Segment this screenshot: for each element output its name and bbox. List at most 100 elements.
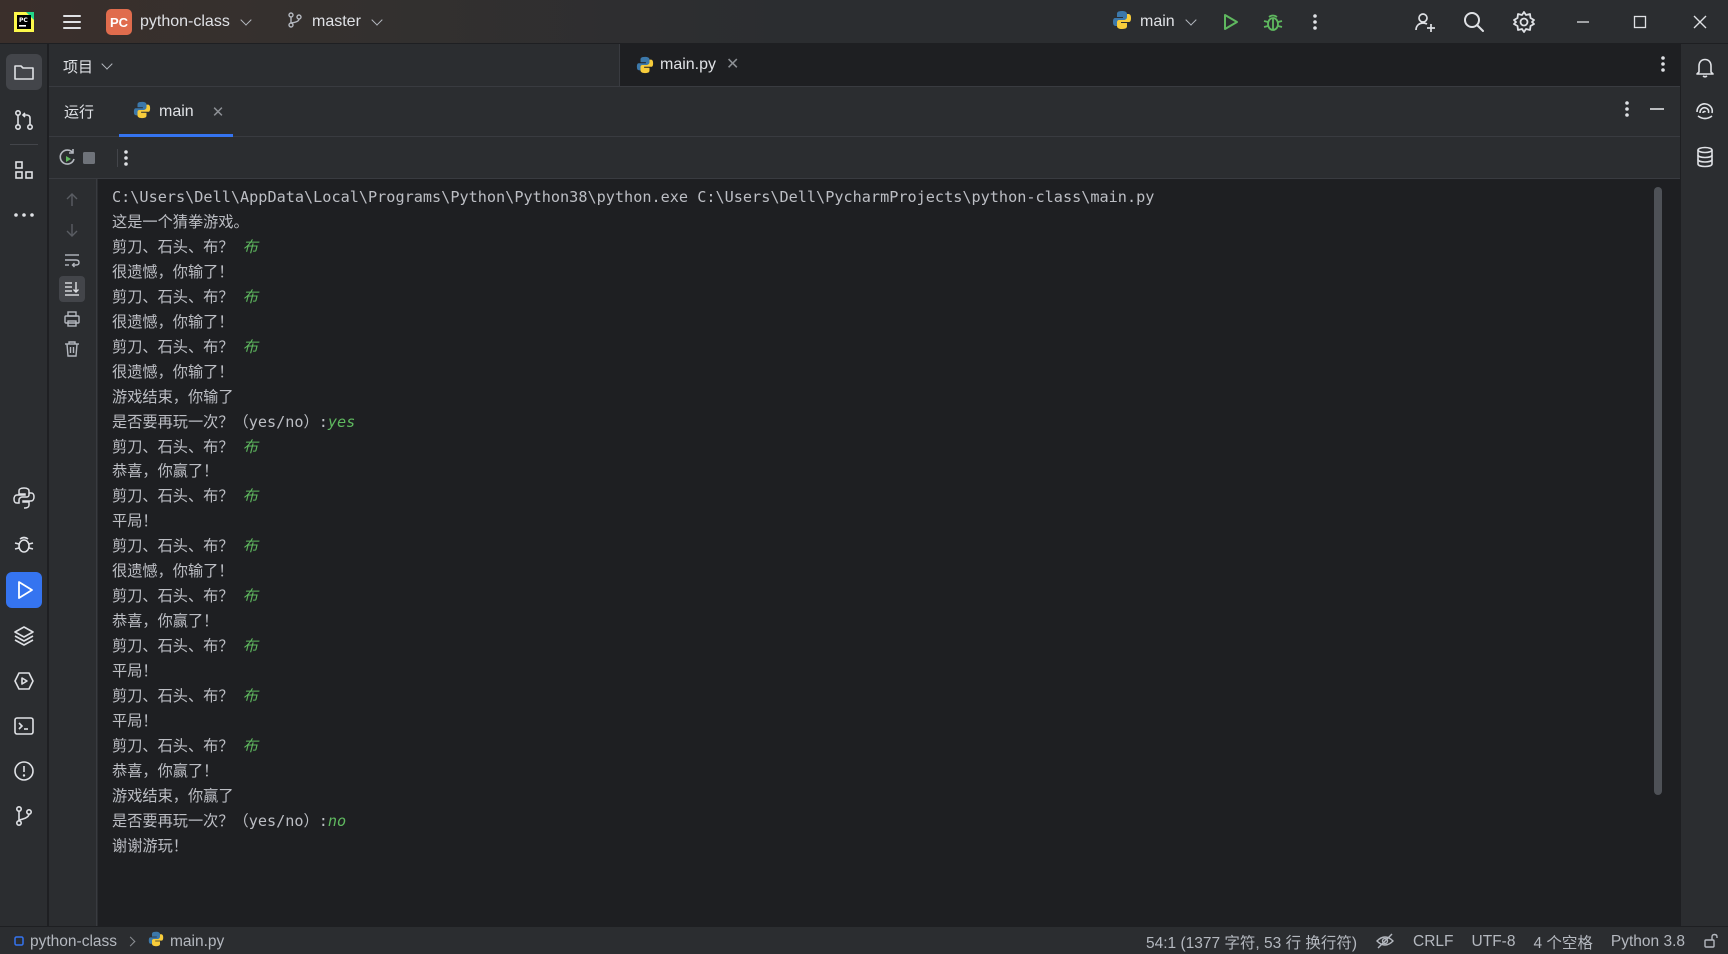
version-control-icon[interactable] <box>6 798 42 834</box>
console-line: 这是一个猜拳游戏。 <box>112 210 1154 235</box>
run-config-name: main <box>1140 13 1175 30</box>
line-separator[interactable]: CRLF <box>1404 933 1462 951</box>
branch-name: master <box>312 13 361 30</box>
close-tab-icon[interactable]: ✕ <box>212 103 225 121</box>
python-packages-layers-icon[interactable] <box>6 618 42 654</box>
python-console-icon[interactable] <box>6 480 42 516</box>
add-user-icon[interactable] <box>1413 10 1437 34</box>
print-icon[interactable] <box>59 306 85 332</box>
console-line: 剪刀、石头、布？ 布 <box>112 584 1154 609</box>
scroll-to-end-icon[interactable] <box>59 276 85 302</box>
pycharm-logo-icon[interactable]: PC <box>12 10 36 34</box>
console-output-text: 恭喜，你赢了！ <box>112 761 219 780</box>
branch-selector[interactable]: master <box>286 11 383 33</box>
soft-wrap-icon[interactable] <box>59 247 85 273</box>
terminal-icon[interactable] <box>6 708 42 744</box>
console-output-text: 游戏结束，你赢了 <box>112 786 234 805</box>
services-icon[interactable] <box>6 663 42 699</box>
console-line: 很遗憾，你输了！ <box>112 360 1154 385</box>
problems-icon[interactable] <box>6 753 42 789</box>
console-user-input: no <box>327 811 347 830</box>
debug-icon[interactable] <box>1261 10 1285 34</box>
editor-more-icon[interactable] <box>1660 54 1666 78</box>
debug-tool-icon[interactable] <box>6 526 42 562</box>
console-line: 很遗憾，你输了！ <box>112 310 1154 335</box>
chevron-down-icon <box>371 13 383 26</box>
console-output-text: 谢谢游玩！ <box>112 836 188 855</box>
console-output[interactable]: C:\Users\Dell\AppData\Local\Programs\Pyt… <box>98 179 1680 927</box>
python-icon <box>133 101 151 123</box>
database-icon[interactable] <box>1687 139 1723 175</box>
console-output-text: 很遗憾，你输了！ <box>112 262 234 281</box>
left-tool-strip <box>0 44 48 926</box>
console-output-text: 恭喜，你赢了！ <box>112 462 219 481</box>
stop-icon[interactable] <box>77 146 101 170</box>
console-line: 剪刀、石头、布？ 布 <box>112 435 1154 460</box>
python-interpreter[interactable]: Python 3.8 <box>1602 933 1694 951</box>
python-file-icon <box>148 931 164 952</box>
chevron-down-icon <box>101 58 113 70</box>
arrow-down-icon[interactable] <box>59 217 85 243</box>
settings-gear-icon[interactable] <box>1512 10 1536 34</box>
console-scrollbar[interactable] <box>1654 187 1662 795</box>
search-icon[interactable] <box>1462 10 1486 34</box>
more-actions-icon[interactable] <box>1303 10 1327 34</box>
tool-separator <box>10 144 38 145</box>
editor-tab-main-py[interactable]: main.py ✕ <box>620 44 739 86</box>
console-output-text: 平局！ <box>112 712 158 731</box>
project-panel-header[interactable]: 项目 <box>63 56 113 77</box>
clear-trash-icon[interactable] <box>59 336 85 362</box>
structure-tool-icon[interactable] <box>6 152 42 188</box>
commit-tool-icon[interactable] <box>6 102 42 138</box>
indent-setting[interactable]: 4 个空格 <box>1524 931 1601 953</box>
console-user-input: 布 <box>242 337 258 356</box>
arrow-up-icon[interactable] <box>59 187 85 213</box>
console-side-toolbar <box>49 179 97 927</box>
run-tab-main[interactable]: main ✕ <box>119 87 233 137</box>
run-tool-icon[interactable] <box>6 572 42 608</box>
maximize-icon[interactable] <box>1628 10 1652 34</box>
close-tab-icon[interactable]: ✕ <box>726 54 739 73</box>
svg-text:PC: PC <box>19 17 28 24</box>
breadcrumb-file[interactable]: main.py <box>170 933 224 951</box>
console-line: 很遗憾，你输了！ <box>112 559 1154 584</box>
run-tool-window: 运行 main ✕ C:\Users\Dell\AppData\Local\Pr… <box>49 86 1680 927</box>
console-output-text: 平局！ <box>112 512 158 531</box>
project-panel-title: 项目 <box>63 58 94 76</box>
chevron-down-icon <box>1185 13 1197 26</box>
console-line: 剪刀、石头、布？ 布 <box>112 534 1154 559</box>
console-line: 剪刀、石头、布？ 布 <box>112 484 1154 509</box>
breadcrumb-project[interactable]: python-class <box>30 933 117 951</box>
run-icon[interactable] <box>1218 10 1242 34</box>
main-menu-icon[interactable] <box>60 10 84 34</box>
project-name: python-class <box>140 13 230 30</box>
project-selector[interactable]: PC python-class <box>106 9 252 35</box>
caret-position[interactable]: 54:1 (1377 字符, 53 行 换行符) <box>1137 931 1366 953</box>
rerun-icon[interactable] <box>55 146 79 170</box>
console-output-text: 是否要再玩一次？（yes/no）: <box>112 811 328 830</box>
project-tool-folder-icon[interactable] <box>6 54 42 90</box>
console-line: 恭喜，你赢了！ <box>112 609 1154 634</box>
console-output-text: 很遗憾，你输了！ <box>112 362 234 381</box>
read-only-lock-icon[interactable] <box>1694 933 1728 952</box>
git-branch-icon <box>286 11 304 33</box>
no-inspection-eye-icon[interactable] <box>1366 933 1404 952</box>
hide-panel-minus-icon[interactable] <box>1648 99 1666 123</box>
console-line: 谢谢游玩！ <box>112 834 1154 859</box>
ai-assistant-icon[interactable] <box>1687 94 1723 130</box>
run-configuration-selector[interactable]: main <box>1112 10 1197 34</box>
run-options-icon[interactable] <box>1624 99 1630 123</box>
console-output-text: 剪刀、石头、布？ <box>112 637 243 656</box>
close-window-icon[interactable] <box>1688 10 1712 34</box>
minimize-icon[interactable] <box>1571 10 1595 34</box>
panel-header-row: 项目 main.py ✕ <box>49 44 1680 86</box>
more-run-actions-icon[interactable] <box>114 146 138 170</box>
more-tools-icon[interactable] <box>6 197 42 233</box>
file-encoding[interactable]: UTF-8 <box>1463 933 1525 951</box>
notifications-bell-icon[interactable] <box>1687 49 1723 85</box>
console-output-text: 这是一个猜拳游戏。 <box>112 212 249 231</box>
console-user-input: 布 <box>242 587 258 606</box>
console-line: 游戏结束，你赢了 <box>112 784 1154 809</box>
console-line: C:\Users\Dell\AppData\Local\Programs\Pyt… <box>112 185 1154 210</box>
console-user-input: 布 <box>242 687 258 706</box>
